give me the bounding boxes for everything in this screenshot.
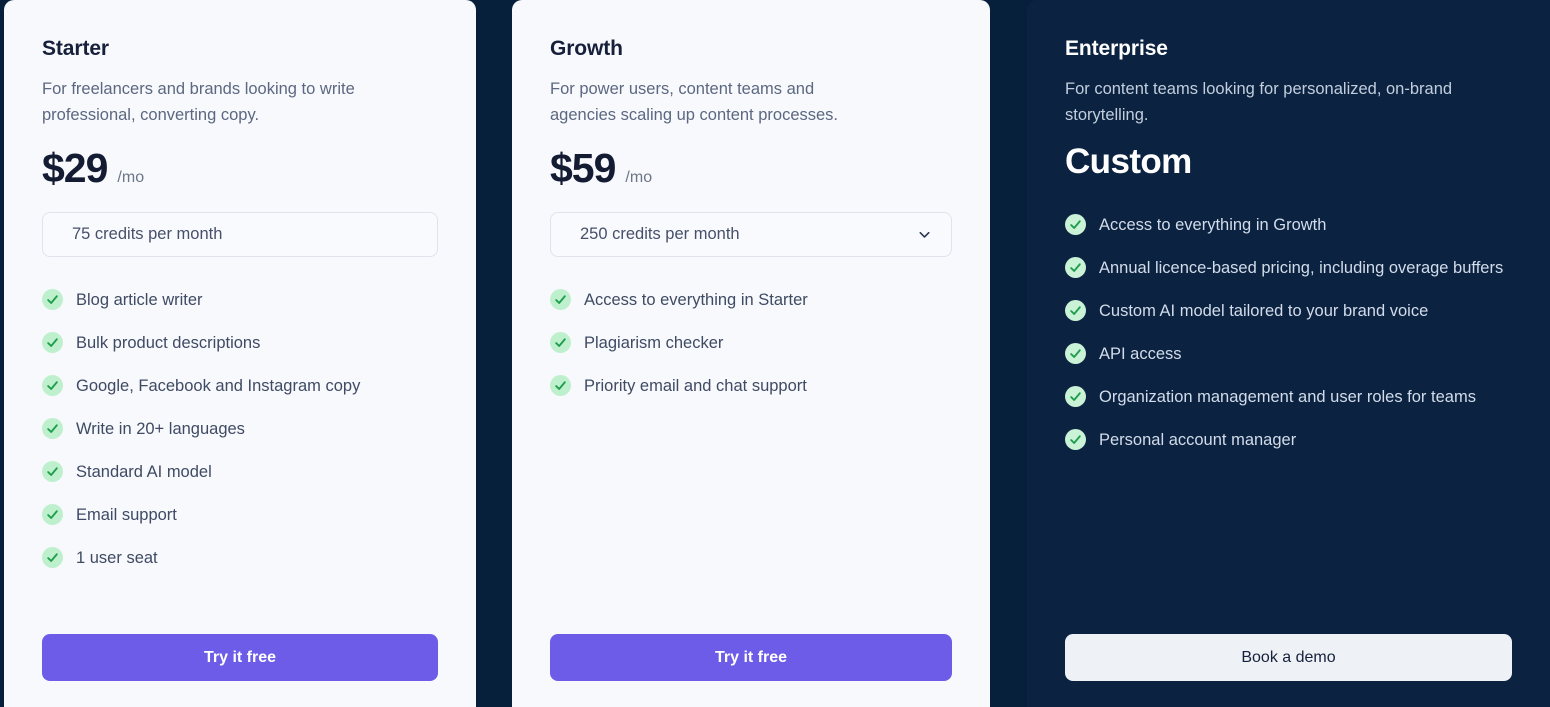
feature-list-growth: Access to everything in Starter Plagiari… [550, 278, 952, 407]
feature-label: Bulk product descriptions [76, 333, 261, 352]
credits-label-growth: 250 credits per month [580, 225, 740, 244]
check-icon [42, 503, 63, 525]
list-item: Access to everything in Growth [1065, 203, 1512, 246]
list-item: Email support [42, 493, 438, 536]
feature-label: 1 user seat [76, 548, 158, 567]
try-it-free-button-growth[interactable]: Try it free [550, 634, 952, 681]
list-item: Bulk product descriptions [42, 321, 438, 364]
feature-label: Blog article writer [76, 290, 203, 309]
pricing-card-growth: Growth For power users, content teams an… [512, 0, 990, 707]
cta-container-starter: Try it free [42, 634, 438, 681]
check-icon [1065, 342, 1086, 364]
check-icon [1065, 213, 1086, 235]
list-item: Standard AI model [42, 450, 438, 493]
list-item: Google, Facebook and Instagram copy [42, 364, 438, 407]
pricing-card-enterprise: Enterprise For content teams looking for… [1027, 0, 1550, 707]
check-icon [42, 288, 63, 310]
list-item: Plagiarism checker [550, 321, 952, 364]
feature-label: Organization management and user roles f… [1099, 387, 1476, 406]
price-amount-starter: $29 [42, 145, 108, 192]
feature-label: Access to everything in Starter [584, 290, 808, 309]
check-icon [42, 460, 63, 482]
price-period-growth: /mo [625, 169, 653, 187]
feature-list-starter: Blog article writer Bulk product descrip… [42, 278, 438, 579]
book-a-demo-button[interactable]: Book a demo [1065, 634, 1512, 681]
check-icon [1065, 385, 1086, 407]
list-item: Custom AI model tailored to your brand v… [1065, 289, 1512, 332]
list-item: Access to everything in Starter [550, 278, 952, 321]
cta-container-enterprise: Book a demo [1065, 634, 1512, 681]
plan-description-growth: For power users, content teams and agenc… [550, 80, 839, 125]
list-item: API access [1065, 332, 1512, 375]
list-item: Write in 20+ languages [42, 407, 438, 450]
feature-list-enterprise: Access to everything in Growth Annual li… [1065, 203, 1512, 461]
check-icon [550, 374, 571, 396]
feature-label: Custom AI model tailored to your brand v… [1099, 301, 1429, 320]
list-item: Personal account manager [1065, 418, 1512, 461]
try-it-free-button-starter[interactable]: Try it free [42, 634, 438, 681]
check-icon [1065, 299, 1086, 321]
feature-label: Write in 20+ languages [76, 419, 245, 438]
feature-label: Priority email and chat support [584, 376, 807, 395]
pricing-card-starter: Starter For freelancers and brands looki… [4, 0, 476, 707]
list-item: Priority email and chat support [550, 364, 952, 407]
credits-dropdown-growth[interactable]: 250 credits per month [550, 212, 952, 258]
price-amount-enterprise: Custom [1065, 142, 1192, 182]
credits-selector-starter[interactable]: 75 credits per month [42, 212, 438, 258]
plan-description-starter: For freelancers and brands looking to wr… [42, 80, 355, 125]
credits-label-starter: 75 credits per month [72, 225, 223, 244]
check-icon [42, 374, 63, 396]
pricing-plans-stage: Starter For freelancers and brands looki… [0, 0, 1550, 707]
list-item: Blog article writer [42, 278, 438, 321]
feature-label: API access [1099, 344, 1182, 363]
feature-label: Annual licence-based pricing, including … [1099, 258, 1504, 277]
plan-description-enterprise: For content teams looking for personaliz… [1065, 80, 1453, 125]
price-row-growth: $59 /mo [550, 145, 952, 192]
price-row-starter: $29 /mo [42, 145, 438, 192]
plan-name-growth: Growth [550, 37, 623, 60]
feature-label: Email support [76, 505, 177, 524]
feature-label: Plagiarism checker [584, 333, 724, 352]
list-item: Annual licence-based pricing, including … [1065, 246, 1512, 289]
check-icon [1065, 428, 1086, 450]
feature-label: Personal account manager [1099, 430, 1297, 449]
check-icon [550, 331, 571, 353]
check-icon [42, 331, 63, 353]
price-period-starter: /mo [117, 169, 145, 187]
price-amount-growth: $59 [550, 145, 616, 192]
feature-label: Google, Facebook and Instagram copy [76, 376, 361, 395]
check-icon [42, 417, 63, 439]
cta-container-growth: Try it free [550, 634, 952, 681]
list-item: 1 user seat [42, 536, 438, 579]
feature-label: Standard AI model [76, 462, 212, 481]
plan-name-starter: Starter [42, 37, 109, 60]
check-icon [42, 546, 63, 568]
chevron-down-icon [916, 226, 933, 243]
check-icon [1065, 256, 1086, 278]
feature-label: Access to everything in Growth [1099, 215, 1327, 234]
plan-name-enterprise: Enterprise [1065, 37, 1168, 60]
check-icon [550, 288, 571, 310]
list-item: Organization management and user roles f… [1065, 375, 1512, 418]
